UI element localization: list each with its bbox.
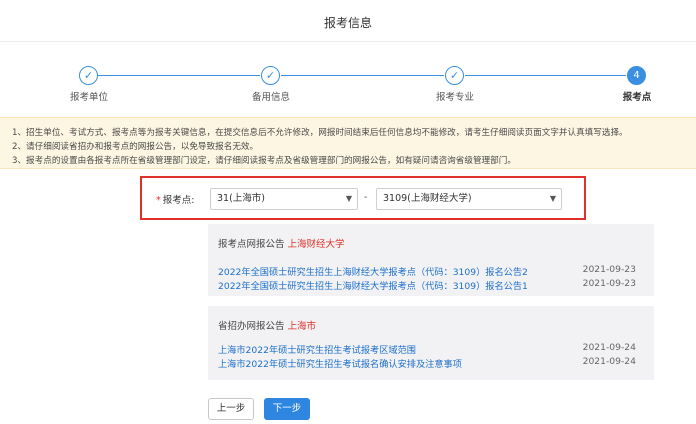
- province-notice-panel: 省招办网报公告 上海市 上海市2022年硕士研究生招生考试报考区域范围 2021…: [208, 306, 654, 380]
- step-2-check-icon: ✓: [261, 66, 280, 85]
- list-item: 2022年全国硕士研究生招生上海财经大学报考点（代码：3109）报名公告1 20…: [218, 278, 644, 292]
- province-notice-heading: 省招办网报公告 上海市: [218, 318, 644, 332]
- notice-line: 1、招生单位、考试方式、报考点等为报考关键信息，在提交信息后不允许修改，网报时间…: [12, 128, 628, 138]
- step-label-backup: 备用信息: [251, 92, 290, 103]
- site-notice-panel: 报考点网报公告 上海财经大学 2022年全国硕士研究生招生上海财经大学报考点（代…: [208, 224, 654, 296]
- chevron-down-icon: ▼: [549, 194, 556, 203]
- step-connector: [465, 75, 626, 76]
- province-select-value: 31(上海市): [217, 193, 266, 204]
- step-label-major: 报考专业: [435, 92, 474, 103]
- select-separator: -: [364, 192, 368, 203]
- site-notice-heading-site: 上海财经大学: [287, 239, 345, 250]
- exam-site-label-text: 报考点:: [162, 195, 195, 206]
- title-divider: [0, 41, 696, 42]
- notice-line: 2、请仔细阅读省招办和报考点的网报公告，以免导致报名无效。: [12, 142, 259, 152]
- province-select[interactable]: 31(上海市) ▼: [210, 188, 358, 210]
- list-item: 上海市2022年硕士研究生招生考试报名确认安排及注意事项 2021-09-24: [218, 356, 644, 370]
- step-1-check-icon: ✓: [79, 66, 98, 85]
- notice-line: 3、报考点的设置由各报考点所在省级管理部门设定，请仔细阅读报考点及省级管理部门的…: [12, 156, 516, 166]
- site-select[interactable]: 3109(上海财经大学) ▼: [376, 188, 562, 210]
- step-3-check-icon: ✓: [445, 66, 464, 85]
- step-connector: [281, 75, 444, 76]
- page-title: 报考信息: [323, 16, 372, 30]
- site-notice-link[interactable]: 2022年全国硕士研究生招生上海财经大学报考点（代码：3109）报名公告2: [218, 267, 528, 278]
- province-notice-heading-prefix: 省招办网报公告: [218, 321, 285, 332]
- site-notice-date: 2021-09-23: [582, 278, 636, 289]
- site-select-value: 3109(上海财经大学): [383, 193, 472, 204]
- exam-site-label: * 报考点:: [156, 192, 194, 206]
- notice-panel: 1、招生单位、考试方式、报考点等为报考关键信息，在提交信息后不允许修改，网报时间…: [0, 117, 696, 169]
- chevron-down-icon: ▼: [345, 194, 352, 203]
- province-notice-heading-province: 上海市: [287, 321, 317, 332]
- list-item: 2022年全国硕士研究生招生上海财经大学报考点（代码：3109）报名公告2 20…: [218, 264, 644, 278]
- site-notice-date: 2021-09-23: [582, 264, 636, 275]
- province-notice-link[interactable]: 上海市2022年硕士研究生招生考试报名确认安排及注意事项: [218, 359, 462, 370]
- province-notice-link[interactable]: 上海市2022年硕士研究生招生考试报考区域范围: [218, 345, 416, 356]
- step-connector: [98, 75, 260, 76]
- prev-step-button[interactable]: 上一步: [208, 398, 254, 420]
- site-notice-link[interactable]: 2022年全国硕士研究生招生上海财经大学报考点（代码：3109）报名公告1: [218, 281, 528, 292]
- progress-steps: ✓ ✓ ✓ 4 报考单位 备用信息 报考专业 报考点: [0, 66, 696, 106]
- list-item: 上海市2022年硕士研究生招生考试报考区域范围 2021-09-24: [218, 342, 644, 356]
- exam-site-selector: * 报考点: 31(上海市) ▼ - 3109(上海财经大学) ▼: [140, 176, 586, 220]
- site-notice-heading-prefix: 报考点网报公告: [218, 239, 285, 250]
- next-step-button[interactable]: 下一步: [264, 398, 310, 420]
- province-notice-date: 2021-09-24: [582, 356, 636, 367]
- step-label-site: 报考点: [622, 92, 652, 103]
- step-4-number: 4: [627, 66, 646, 85]
- step-label-unit: 报考单位: [69, 92, 108, 103]
- province-notice-date: 2021-09-24: [582, 342, 636, 353]
- site-notice-heading: 报考点网报公告 上海财经大学: [218, 236, 644, 250]
- required-mark: *: [156, 195, 161, 206]
